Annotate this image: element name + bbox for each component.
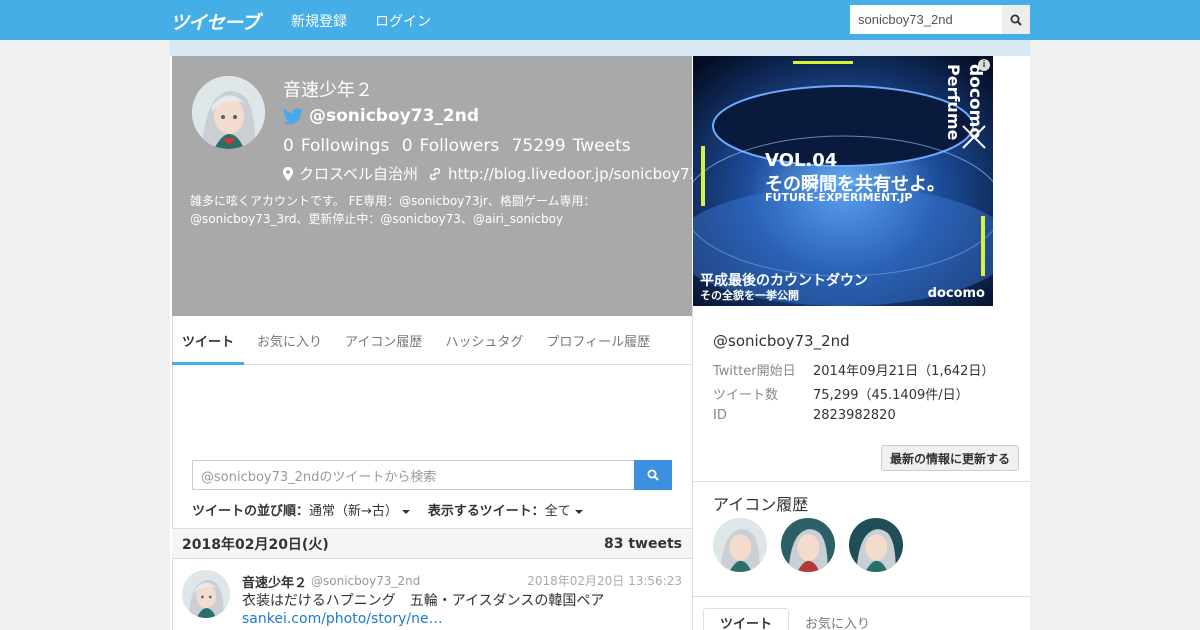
ad-brand-bottom: docomo [927, 286, 985, 301]
update-info-button[interactable]: 最新の情報に更新する [881, 445, 1019, 471]
profile-url[interactable]: http://blog.livedoor.jp/sonicboy73 [448, 165, 699, 183]
icon-history-avatar[interactable] [781, 518, 835, 572]
chevron-down-icon [574, 509, 583, 514]
info-row-tweet-count: ツイート数 75,299（45.1409件/日） [713, 384, 969, 403]
sort-order-dropdown[interactable]: ツイートの並び順：通常（新→古） [192, 500, 410, 519]
tweet-body: 衣装はだけるハプニング 五輪・アイスダンスの韓国ペア [242, 593, 605, 609]
profile-bio: 雑多に呟くアカウントです。 FE専用：@sonicboy73jr、格闘ゲーム専用… [190, 194, 596, 226]
sort-order-label: ツイートの並び順： [192, 504, 310, 519]
search-button[interactable] [1002, 5, 1030, 34]
main-container: 音速少年２ @sonicboy73_2nd 0 Followings 0 Follo… [170, 56, 1030, 630]
tweet-author-name[interactable]: 音速少年２ [242, 572, 307, 591]
login-link[interactable]: ログイン [375, 11, 431, 31]
sort-controls: ツイートの並び順：通常（新→古） 表示するツイート：全て [192, 500, 583, 519]
followers-label: Followers [419, 136, 500, 156]
sidebar-tab-favorites[interactable]: お気に入り [789, 608, 886, 630]
profile-location-row: クロスベル自治州 http://blog.livedoor.jp/sonicbo… [283, 163, 699, 184]
followings-count: 0 [283, 136, 294, 156]
map-marker-icon [283, 166, 293, 181]
tab-profile-history[interactable]: プロフィール履歴 [536, 316, 660, 364]
ad-vol: VOL.04 [765, 150, 838, 171]
tweets-label: Tweets [572, 136, 631, 156]
signup-link[interactable]: 新規登録 [291, 11, 347, 31]
profile-name: 音速少年２ [283, 80, 373, 101]
info-row-start-date: Twitter開始日 2014年09月21日（1,642日） [713, 360, 994, 379]
info-row-id: ID 2823982820 [713, 408, 896, 423]
followers-count: 0 [401, 136, 413, 156]
tweet-filter-dropdown[interactable]: 表示するツイート：全て [428, 500, 583, 519]
ad-banner[interactable]: i docomo Perfume VOL.04 その瞬間を共有せよ。 FUTUR… [693, 56, 993, 306]
sidebar-handle: @sonicboy73_2nd [713, 332, 850, 350]
date-group-date[interactable]: 2018年02月20日(火) [182, 534, 329, 554]
header-strip [170, 40, 1030, 56]
search-icon [647, 469, 659, 481]
tweet-text: 衣装はだけるハプニング 五輪・アイスダンスの韓国ペア sankei.com/ph… [242, 592, 674, 628]
sidebar-tab-tweets[interactable]: ツイート [703, 608, 790, 630]
divider [693, 481, 1030, 482]
search-icon [1010, 14, 1022, 26]
filter-value: 全て [544, 504, 571, 519]
profile-avatar[interactable] [192, 76, 265, 149]
info-label: ID [713, 408, 727, 423]
profile-tabs: ツイート お気に入り アイコン履歴 ハッシュタグ プロフィール履歴 [172, 316, 692, 365]
tweet-timestamp[interactable]: 2018年02月20日 13:56:23 [527, 572, 682, 589]
top-navbar: ツイセーブ 新規登録 ログイン [0, 0, 1200, 40]
info-value: 2823982820 [813, 408, 896, 423]
ad-site: FUTURE-EXPERIMENT.JP [765, 191, 913, 204]
info-value: 2014年09月21日（1,642日） [813, 364, 995, 379]
tab-favorites[interactable]: お気に入り [247, 316, 332, 364]
tab-hashtags[interactable]: ハッシュタグ [435, 316, 533, 364]
icon-history-avatar[interactable] [713, 518, 767, 572]
site-logo[interactable]: ツイセーブ [170, 8, 260, 34]
followings-label: Followings [300, 136, 390, 156]
tweet-link[interactable]: sankei.com/photo/story/ne… [242, 611, 443, 627]
sidebar-tabs: ツイート お気に入り [703, 608, 1020, 630]
date-group-header: 2018年02月20日(火) 83 tweets [172, 528, 692, 559]
info-label: Twitter開始日 [713, 364, 796, 379]
profile-header: 音速少年２ @sonicboy73_2nd 0 Followings 0 Follo… [172, 56, 699, 316]
icon-history-avatar[interactable] [849, 518, 903, 572]
twitter-bird-icon [283, 107, 303, 124]
tweet-author-handle[interactable]: @sonicboy73_2nd [311, 574, 420, 588]
chevron-down-icon [401, 509, 410, 514]
info-value: 75,299（45.1409件/日） [813, 388, 969, 403]
tweet-search-button[interactable] [634, 460, 672, 490]
tab-icon-history[interactable]: アイコン履歴 [335, 316, 432, 364]
sort-order-value: 通常（新→古） [309, 504, 398, 519]
link-icon [429, 167, 441, 180]
icon-history-title: アイコン履歴 [713, 495, 809, 514]
tweet-avatar[interactable] [182, 570, 230, 618]
profile-handle: @sonicboy73_2nd [309, 106, 479, 126]
tweet-search-input[interactable]: @sonicboy73_2ndのツイートから検索 [192, 460, 635, 490]
tweet-item: 音速少年２ @sonicboy73_2nd 2018年02月20日 13:56:… [172, 559, 692, 630]
profile-location: クロスベル自治州 [299, 165, 418, 183]
info-label: ツイート数 [713, 388, 779, 403]
tab-tweets[interactable]: ツイート [172, 316, 245, 365]
user-search-input[interactable] [850, 5, 1002, 34]
date-group-count: 83 tweets [604, 535, 682, 552]
filter-label: 表示するツイート： [427, 504, 545, 519]
ad-brand-top: docomo [965, 64, 985, 139]
column-divider [692, 306, 693, 630]
profile-stats: 0 Followings 0 Followers 75299 Tweets [283, 136, 638, 156]
ad-bottom-line2: その全貌を一挙公開 [700, 289, 799, 302]
ad-brand-sub: Perfume [944, 64, 963, 141]
profile-handle-row: @sonicboy73_2nd [283, 106, 479, 126]
divider [693, 596, 1030, 597]
tweets-count: 75299 [511, 136, 566, 156]
